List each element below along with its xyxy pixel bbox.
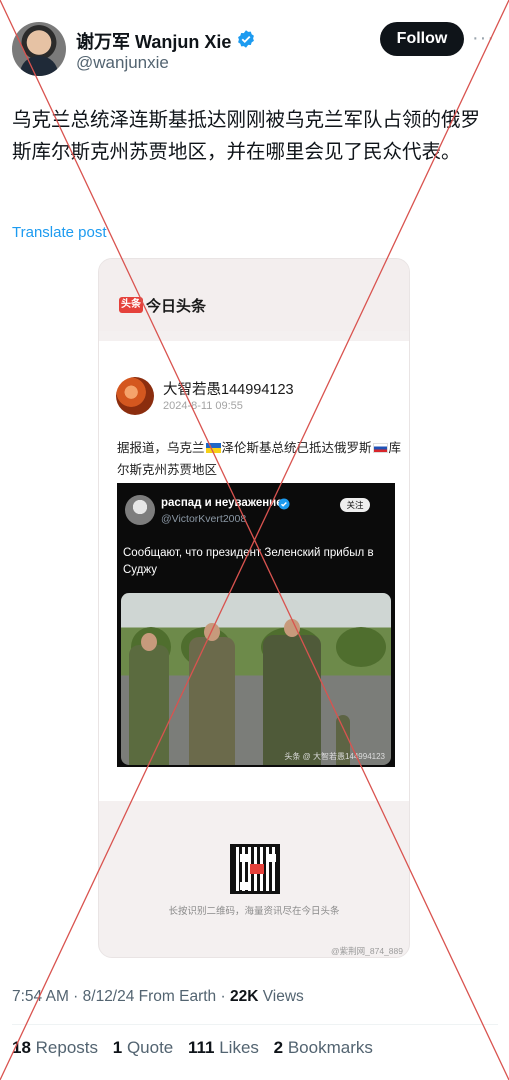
app-logo-badge: 头条	[119, 297, 143, 313]
tree-shape	[336, 627, 386, 667]
tweet-timestamp[interactable]: 7:54 AM · 8/12/24 From Earth ·	[12, 988, 230, 1005]
translate-post-link[interactable]: Translate post	[12, 224, 107, 241]
qr-logo	[250, 864, 264, 874]
bookmarks-count: 2	[273, 1038, 284, 1057]
quotes-stat[interactable]: 1 Quote	[113, 1038, 174, 1057]
likes-count: 111	[188, 1038, 215, 1057]
bookmarks-label: Bookmarks	[283, 1038, 373, 1057]
embedded-handle: @VictorKvert2008	[161, 513, 247, 525]
post-author-avatar	[116, 377, 154, 415]
embedded-author-name: распад и неуважение	[161, 497, 283, 509]
qr-code-icon	[230, 844, 280, 894]
embedded-follow-badge: 关注	[340, 498, 370, 512]
soldiers-photo: 头条 @ 大智若愚144994123	[121, 593, 391, 765]
quotes-label: Quote	[122, 1038, 174, 1057]
post-panel: 大智若愚144994123 2024-8-11 09:55 据报道，乌克兰 泽伦斯…	[99, 341, 409, 801]
quotes-count: 1	[112, 1038, 123, 1057]
avatar-suit	[20, 56, 58, 76]
embedded-avatar	[125, 495, 155, 525]
verified-badge-icon	[238, 30, 254, 48]
author-avatar[interactable]	[12, 22, 66, 76]
soldier-figure	[189, 637, 235, 765]
photo-credit: 头条 @ 大智若愚144994123	[284, 752, 385, 761]
soldier-head	[204, 623, 220, 641]
post-timestamp: 2024-8-11 09:55	[163, 400, 243, 412]
likes-stat[interactable]: 111 Likes	[188, 1038, 259, 1057]
reposts-stat[interactable]: 18 Reposts	[12, 1038, 98, 1057]
app-header: 头条 今日头条	[99, 259, 409, 331]
author-handle[interactable]: @wanjunxie	[76, 53, 169, 73]
soldier-head	[284, 619, 300, 637]
reposts-count: 18	[12, 1038, 31, 1057]
tweet-text: 乌克兰总统泽连斯基抵达刚刚被乌克兰军队占领的俄罗斯库尔斯克州苏贾地区，并在哪里会…	[12, 108, 481, 163]
tweet-meta: 7:54 AM · 8/12/24 From Earth · 22K Views	[12, 988, 304, 1006]
likes-label: Likes	[214, 1038, 259, 1057]
post-text-part-2: 泽伦斯基总统已抵达俄罗斯	[221, 441, 372, 455]
engagement-stats: 18 Reposts 1 Quote 111 Likes 2 Bookmarks	[12, 1038, 383, 1058]
embedded-tweet-screenshot: распад и неуважение @VictorKvert2008 关注 …	[117, 483, 395, 767]
app-name: 今日头条	[146, 298, 207, 315]
divider	[12, 1024, 498, 1025]
ukraine-flag-icon	[205, 443, 221, 453]
embedded-verified-icon	[278, 498, 290, 510]
follow-button[interactable]: Follow	[380, 22, 464, 56]
media-image[interactable]: 头条 今日头条 大智若愚144994123 2024-8-11 09:55 据报…	[98, 258, 410, 958]
russia-flag-icon	[372, 443, 388, 453]
qr-caption: 长按识别二维码，海量资讯尽在今日头条	[168, 906, 340, 917]
author-display-name[interactable]: 谢万军 Wanjun Xie	[76, 28, 231, 54]
image-watermark: @紫荆网_874_889	[331, 946, 403, 956]
embedded-text: Сообщают, что президент Зеленский прибыл…	[123, 547, 374, 576]
views-label: Views	[258, 988, 304, 1005]
tweet-header: 谢万军 Wanjun Xie @wanjunxie Follow ···	[10, 18, 500, 82]
bookmarks-stat[interactable]: 2 Bookmarks	[274, 1038, 373, 1057]
more-icon[interactable]: ···	[472, 28, 498, 48]
post-author-name: 大智若愚144994123	[163, 382, 294, 398]
post-text: 据报道，乌克兰 泽伦斯基总统已抵达俄罗斯 库尔斯克州苏贾地区	[117, 437, 402, 481]
post-text-part-1: 据报道，乌克兰	[117, 441, 205, 455]
zelensky-figure	[263, 635, 321, 765]
soldier-figure	[129, 645, 169, 765]
views-count: 22K	[229, 988, 259, 1005]
soldier-head	[141, 633, 157, 651]
reposts-label: Reposts	[30, 1038, 99, 1057]
